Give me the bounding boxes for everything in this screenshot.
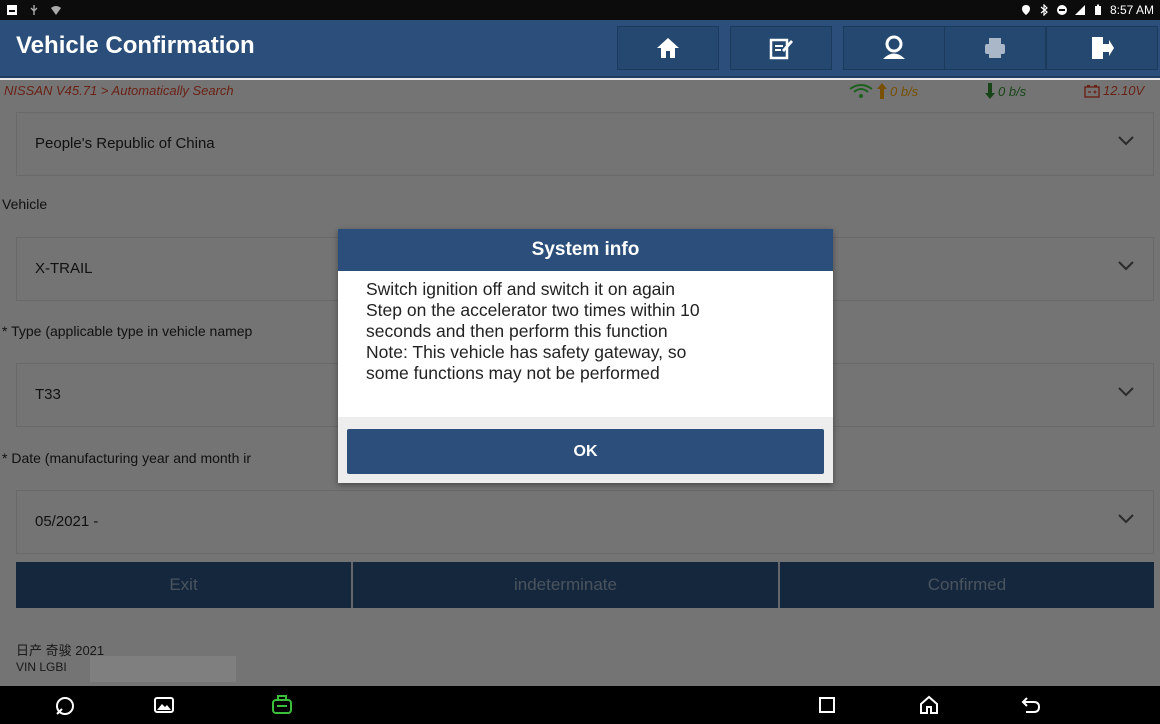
wifi-status-icon bbox=[51, 6, 61, 15]
page-title: Vehicle Confirmation bbox=[16, 32, 255, 59]
edit-report-icon bbox=[769, 38, 793, 60]
dialog-button-bar: OK bbox=[338, 417, 833, 483]
app-root: 8:57 AM Vehicle Confirmation NISSAN V45.… bbox=[0, 0, 1160, 724]
browser-icon[interactable] bbox=[53, 694, 77, 718]
dialog-body: Switch ignition off and switch it on aga… bbox=[338, 271, 833, 417]
notification-icon bbox=[7, 5, 17, 15]
battery-icon bbox=[1094, 4, 1101, 15]
status-time: 8:57 AM bbox=[1109, 3, 1154, 17]
dialog-line: Note: This vehicle has safety gateway, s… bbox=[366, 342, 687, 362]
bluetooth-icon bbox=[1040, 4, 1048, 16]
home-nav-icon[interactable] bbox=[918, 694, 940, 716]
report-button[interactable] bbox=[730, 26, 832, 70]
gallery-icon[interactable] bbox=[153, 694, 175, 716]
back-icon[interactable] bbox=[1020, 694, 1042, 716]
exit-icon bbox=[1092, 37, 1114, 59]
vci-icon[interactable] bbox=[270, 694, 294, 716]
dialog-line: seconds and then perform this function bbox=[366, 321, 668, 341]
home-icon bbox=[657, 38, 679, 58]
usb-icon bbox=[30, 5, 38, 15]
recent-apps-icon[interactable] bbox=[818, 696, 836, 714]
user-button[interactable] bbox=[843, 26, 945, 70]
system-info-dialog: System info Switch ignition off and swit… bbox=[338, 229, 833, 483]
dialog-line: some functions may not be performed bbox=[366, 363, 660, 383]
status-bar: 8:57 AM bbox=[0, 0, 1160, 20]
dialog-line: Switch ignition off and switch it on aga… bbox=[366, 279, 676, 299]
location-icon bbox=[1021, 5, 1030, 15]
print-icon bbox=[985, 38, 1005, 58]
dialog-line: Step on the accelerator two times within… bbox=[366, 300, 700, 320]
dialog-title: System info bbox=[338, 229, 833, 271]
ok-button[interactable]: OK bbox=[347, 429, 824, 474]
app-header: Vehicle Confirmation bbox=[0, 20, 1160, 78]
home-button[interactable] bbox=[617, 26, 719, 70]
signal-icon bbox=[1074, 5, 1085, 15]
do-not-disturb-icon bbox=[1056, 5, 1067, 15]
exit-app-button[interactable] bbox=[1046, 26, 1158, 70]
system-nav-bar bbox=[0, 686, 1160, 724]
print-button[interactable] bbox=[944, 26, 1046, 70]
user-profile-icon bbox=[883, 35, 905, 59]
